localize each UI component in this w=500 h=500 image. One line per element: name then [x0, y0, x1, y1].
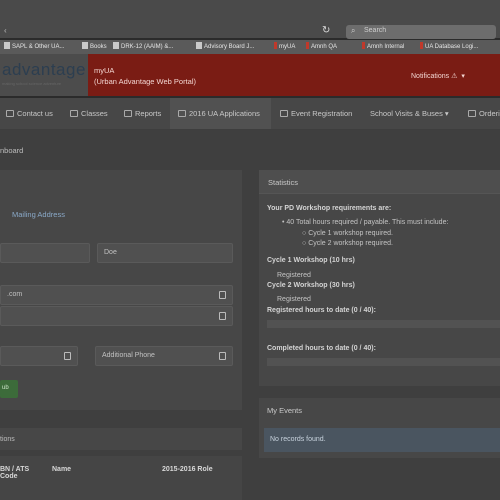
phone-field[interactable] — [0, 346, 78, 366]
tab-mailing-address[interactable]: Mailing Address — [12, 210, 65, 219]
additional-phone-field[interactable]: Additional Phone — [95, 346, 233, 366]
folder-icon — [82, 42, 88, 49]
bookmark-myua[interactable]: myUA — [274, 42, 295, 50]
contact-icon — [6, 110, 14, 117]
statistics-title: Statistics — [268, 178, 299, 187]
nav-school-visits[interactable]: School Visits & Buses ▾ — [370, 109, 449, 118]
chevron-down-icon: ▾ — [461, 73, 465, 80]
secondary-email-field[interactable] — [0, 306, 233, 326]
classes-icon — [70, 110, 78, 117]
phone-icon — [64, 352, 71, 360]
event-icon — [280, 110, 288, 117]
app-name: myUA — [94, 66, 115, 75]
logo-word: advantage — [2, 60, 86, 79]
requirement-sub2: ○ Cycle 2 workshop required. — [302, 240, 394, 247]
browser-search-input[interactable]: ⌕ Search — [346, 25, 496, 39]
bookmark-sapl[interactable]: SAPL & Other UA... — [4, 42, 64, 50]
first-name-field[interactable] — [0, 243, 90, 263]
last-name-field[interactable]: Doe — [97, 243, 233, 263]
positions-panel-header — [0, 428, 242, 450]
folder-icon — [4, 42, 10, 49]
cycle1-status: Registered — [277, 272, 311, 279]
nav-event-registration[interactable]: Event Registration — [280, 109, 352, 118]
registered-hours-bar — [267, 320, 500, 328]
column-header-role: 2015-2016 Role — [162, 466, 213, 473]
ordering-icon — [468, 110, 476, 117]
amnh-icon — [362, 42, 365, 49]
cycle1-label: Cycle 1 Workshop (10 hrs) — [267, 257, 355, 264]
nav-ordering[interactable]: Ordering — [468, 109, 500, 118]
completed-hours-label: Completed hours to date (0 / 40): — [267, 345, 376, 352]
notifications-label: Notifications — [411, 73, 450, 80]
requirements-heading: Your PD Workshop requirements are: — [267, 205, 392, 212]
cycle2-status: Registered — [277, 296, 311, 303]
bookmark-advisory[interactable]: Advisory Board J... — [196, 42, 254, 50]
breadcrumb: nboard — [0, 146, 24, 155]
amnh-icon — [274, 42, 277, 49]
reload-icon[interactable]: ↻ — [322, 25, 330, 36]
bell-icon: ⚠ — [451, 73, 458, 80]
cycle2-label: Cycle 2 Workshop (30 hrs) — [267, 282, 355, 289]
bookmark-ua-database[interactable]: UA Database Logi... — [420, 42, 478, 50]
back-icon[interactable]: ‹ — [4, 26, 7, 35]
folder-icon — [196, 42, 202, 49]
applications-icon — [178, 110, 186, 117]
bookmark-amnh-qa[interactable]: Amnh QA — [306, 42, 337, 50]
search-placeholder: Search — [364, 27, 387, 34]
completed-hours-bar — [267, 358, 500, 366]
envelope-icon — [219, 312, 226, 320]
phone-icon — [219, 352, 226, 360]
envelope-icon — [219, 291, 226, 299]
requirement-main: • 40 Total hours required / payable. Thi… — [282, 219, 449, 226]
column-header-name: Name — [52, 466, 72, 473]
folder-icon — [113, 42, 119, 49]
email-field[interactable]: .com — [0, 285, 233, 305]
search-icon: ⌕ — [351, 26, 356, 35]
amnh-icon — [420, 42, 423, 49]
bookmark-amnh-internal[interactable]: Amnh Internal — [362, 42, 404, 50]
app-subtitle: (Urban Advantage Web Portal) — [94, 77, 197, 86]
save-button[interactable]: ub — [0, 380, 18, 398]
amnh-icon — [306, 42, 309, 49]
nav-classes[interactable]: Classes — [70, 109, 108, 118]
nav-contact-us[interactable]: Contact us — [6, 109, 53, 118]
requirement-sub1: ○ Cycle 1 workshop required. — [302, 230, 394, 237]
registered-hours-label: Registered hours to date (0 / 40): — [267, 307, 376, 314]
logo-tagline: making school science adventure — [2, 81, 62, 86]
bookmarks-bar: SAPL & Other UA... Books DRK-12 (AAIM) &… — [0, 40, 500, 54]
chevron-down-icon: ▾ — [444, 109, 449, 118]
nav-reports[interactable]: Reports — [124, 109, 161, 118]
positions-panel-title: tions — [0, 436, 15, 443]
notifications-menu[interactable]: Notifications ⚠ ▾ — [411, 72, 465, 80]
bookmark-drk12[interactable]: DRK-12 (AAIM) &... — [113, 42, 173, 50]
my-events-title: My Events — [267, 406, 303, 415]
reports-icon — [124, 110, 132, 117]
logo[interactable]: advantage making school science adventur… — [0, 60, 85, 90]
column-header-code: BN / ATS Code — [0, 466, 30, 480]
nav-ua-applications[interactable]: 2016 UA Applications — [178, 109, 260, 118]
bookmark-books[interactable]: Books — [82, 42, 107, 50]
events-empty-message: No records found. — [264, 428, 500, 452]
